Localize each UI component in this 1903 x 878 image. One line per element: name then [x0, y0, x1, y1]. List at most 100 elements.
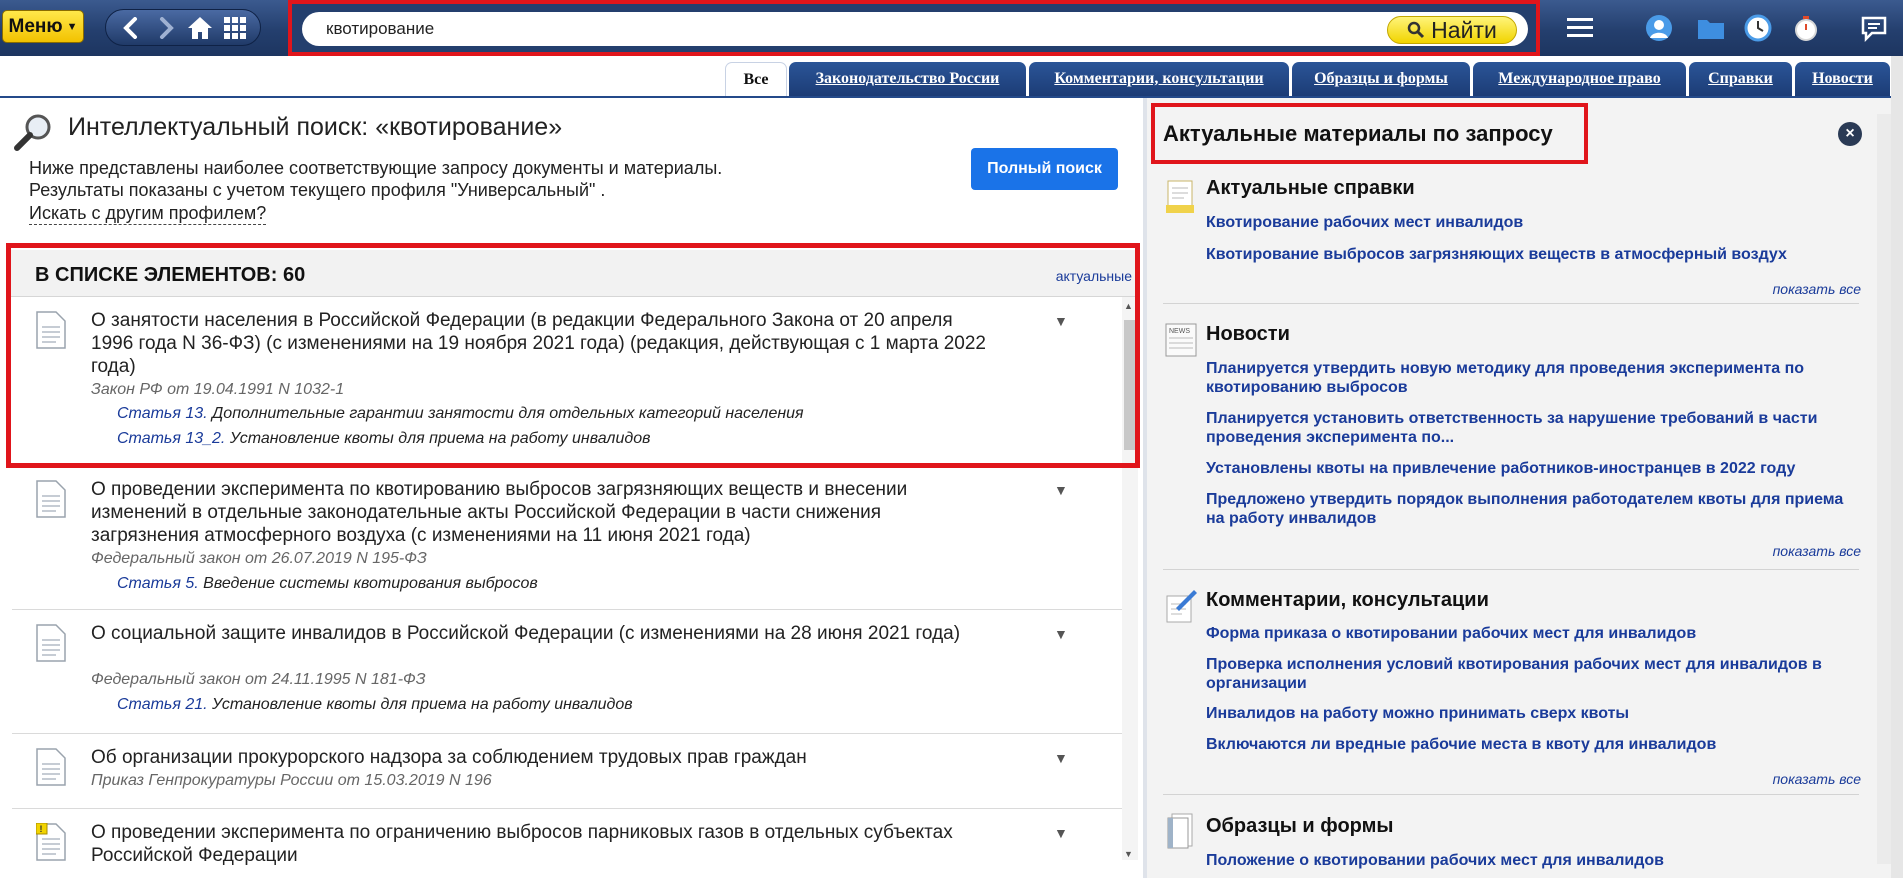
- tab-legislation[interactable]: Законодательство России: [789, 62, 1026, 96]
- document-title[interactable]: Об организации прокурорского надзора за …: [91, 746, 991, 769]
- caret-down-icon: ▼: [66, 20, 78, 33]
- home-icon: [188, 16, 213, 39]
- stopwatch-icon: [1795, 16, 1817, 41]
- page-title: Интеллектуальный поиск: «квотирование»: [68, 113, 563, 141]
- home-button[interactable]: [186, 14, 214, 42]
- tab-comments[interactable]: Комментарии, консультации: [1029, 62, 1289, 96]
- window-scrollbar[interactable]: [1891, 56, 1903, 878]
- menu-button[interactable]: Меню ▼: [2, 10, 84, 43]
- relevance-filter-link[interactable]: актуальные: [1056, 268, 1132, 284]
- intro-line-1: Ниже представлены наиболее соответствующ…: [29, 158, 723, 178]
- document-article[interactable]: Статья 13. Дополнительные гарантии занят…: [117, 405, 804, 423]
- expand-toggle-icon[interactable]: ▼: [1054, 313, 1068, 329]
- navigation-group: [105, 9, 261, 46]
- close-icon[interactable]: ×: [1838, 122, 1862, 146]
- search-button[interactable]: Найти: [1387, 16, 1517, 44]
- svg-text:NEWS: NEWS: [1169, 328, 1190, 335]
- material-link[interactable]: Проверка исполнения условий квотирования…: [1206, 655, 1846, 693]
- material-link[interactable]: Планируется установить ответственность з…: [1206, 409, 1846, 447]
- user-icon: [1646, 15, 1672, 41]
- tab-templates[interactable]: Образцы и формы: [1292, 62, 1470, 96]
- material-link[interactable]: Планируется утвердить новую методику для…: [1206, 359, 1846, 397]
- change-profile-link[interactable]: Искать с другим профилем?: [29, 202, 267, 225]
- article-title: Установление квоты для приема на работу …: [212, 696, 633, 713]
- chevron-right-icon: [159, 16, 174, 39]
- list-item[interactable]: О социальной защите инвалидов в Российск…: [12, 610, 1122, 734]
- document-article[interactable]: Статья 5. Введение системы квотирования …: [117, 575, 538, 593]
- document-article[interactable]: Статья 13_2. Установление квоты для прие…: [117, 430, 650, 448]
- section-divider: [1163, 794, 1859, 795]
- tab-international-law[interactable]: Международное право: [1473, 62, 1686, 96]
- document-meta: Федеральный закон от 24.11.1995 N 181-ФЗ: [91, 671, 426, 688]
- list-item[interactable]: Об организации прокурорского надзора за …: [12, 734, 1122, 809]
- document-title[interactable]: О социальной защите инвалидов в Российск…: [91, 622, 991, 645]
- show-all-link[interactable]: показать все: [1773, 281, 1861, 297]
- grid-icon: [223, 16, 246, 39]
- article-number: Статья 13_2.: [117, 430, 226, 447]
- section-title: Новости: [1206, 323, 1290, 345]
- tab-references[interactable]: Справки: [1689, 62, 1792, 96]
- materials-scrollbar[interactable]: [1877, 114, 1891, 864]
- expand-toggle-icon[interactable]: ▼: [1054, 825, 1068, 841]
- section-title: Образцы и формы: [1206, 815, 1394, 837]
- full-search-button[interactable]: Полный поиск: [971, 148, 1118, 190]
- material-link[interactable]: Предложено утвердить порядок выполнения …: [1206, 490, 1846, 528]
- search-input[interactable]: [302, 12, 1528, 46]
- document-list: О занятости населения в Российской Федер…: [12, 297, 1122, 878]
- back-button[interactable]: [117, 14, 145, 42]
- search-icon: [1407, 21, 1425, 39]
- history-button[interactable]: [1742, 12, 1774, 44]
- material-link[interactable]: Квотирование рабочих мест инвалидов: [1206, 213, 1846, 232]
- expand-toggle-icon[interactable]: ▼: [1054, 482, 1068, 498]
- list-item[interactable]: О проведении эксперимента по квотировани…: [12, 466, 1122, 610]
- grid-button[interactable]: [221, 14, 249, 42]
- document-title[interactable]: О занятости населения в Российской Федер…: [91, 309, 991, 378]
- list-item[interactable]: О занятости населения в Российской Федер…: [12, 297, 1122, 466]
- document-meta: Федеральный закон от 26.07.2019 N 195-ФЗ: [91, 550, 427, 567]
- search-area: Найти: [288, 0, 1540, 56]
- scroll-up-icon[interactable]: ▲: [1124, 301, 1133, 311]
- hamburger-button[interactable]: [1564, 12, 1596, 44]
- material-link[interactable]: Форма приказа о квотировании рабочих мес…: [1206, 624, 1846, 643]
- folder-icon: [1698, 20, 1724, 39]
- article-number: Статья 5.: [117, 575, 199, 592]
- messages-button[interactable]: [1858, 12, 1890, 44]
- article-title: Установление квоты для приема на работу …: [229, 430, 651, 447]
- material-link[interactable]: Квотирование выбросов загрязняющих вещес…: [1206, 245, 1846, 264]
- material-link[interactable]: Установлены квоты на привлечение работни…: [1206, 459, 1846, 478]
- document-meta: Закон РФ от 19.04.1991 N 1032-1: [91, 381, 345, 398]
- scroll-down-icon[interactable]: ▼: [1124, 849, 1133, 859]
- material-link[interactable]: Инвалидов на работу можно принимать свер…: [1206, 704, 1846, 723]
- section-divider: [1163, 569, 1859, 570]
- document-icon: [36, 311, 66, 349]
- chevron-left-icon: [123, 16, 138, 39]
- hamburger-icon: [1567, 18, 1593, 37]
- document-warning-icon: !: [36, 823, 66, 861]
- profile-button[interactable]: [1643, 12, 1675, 44]
- section-title: Комментарии, консультации: [1206, 589, 1489, 611]
- section-divider: [1163, 303, 1859, 304]
- expand-toggle-icon[interactable]: ▼: [1054, 750, 1068, 766]
- forms-stack-icon: [1167, 813, 1193, 849]
- results-scrollbar-thumb[interactable]: [1124, 320, 1136, 450]
- document-title[interactable]: О проведении эксперимента по ограничению…: [91, 821, 991, 867]
- expand-toggle-icon[interactable]: ▼: [1054, 626, 1068, 642]
- document-icon: [36, 748, 66, 786]
- tab-all[interactable]: Все: [725, 62, 787, 96]
- list-header: В СПИСКЕ ЭЛЕМЕНТОВ: 60 актуальные: [11, 250, 1137, 297]
- forward-button[interactable]: [152, 14, 180, 42]
- show-all-link[interactable]: показать все: [1773, 771, 1861, 787]
- chat-icon: [1861, 16, 1887, 42]
- document-article[interactable]: Статья 21. Установление квоты для приема…: [117, 696, 633, 714]
- folder-button[interactable]: [1695, 12, 1727, 44]
- tab-news[interactable]: Новости: [1795, 62, 1890, 96]
- document-title[interactable]: О проведении эксперимента по квотировани…: [91, 478, 991, 547]
- list-count: В СПИСКЕ ЭЛЕМЕНТОВ: 60: [35, 264, 306, 286]
- list-item[interactable]: ! О проведении эксперимента по ограничен…: [12, 809, 1122, 878]
- timer-button[interactable]: [1790, 12, 1822, 44]
- material-link[interactable]: Положение о квотировании рабочих мест дл…: [1206, 851, 1846, 870]
- show-all-link[interactable]: показать все: [1773, 543, 1861, 559]
- article-number: Статья 13.: [117, 405, 208, 422]
- clock-icon: [1744, 14, 1772, 42]
- material-link[interactable]: Включаются ли вредные рабочие места в кв…: [1206, 735, 1846, 754]
